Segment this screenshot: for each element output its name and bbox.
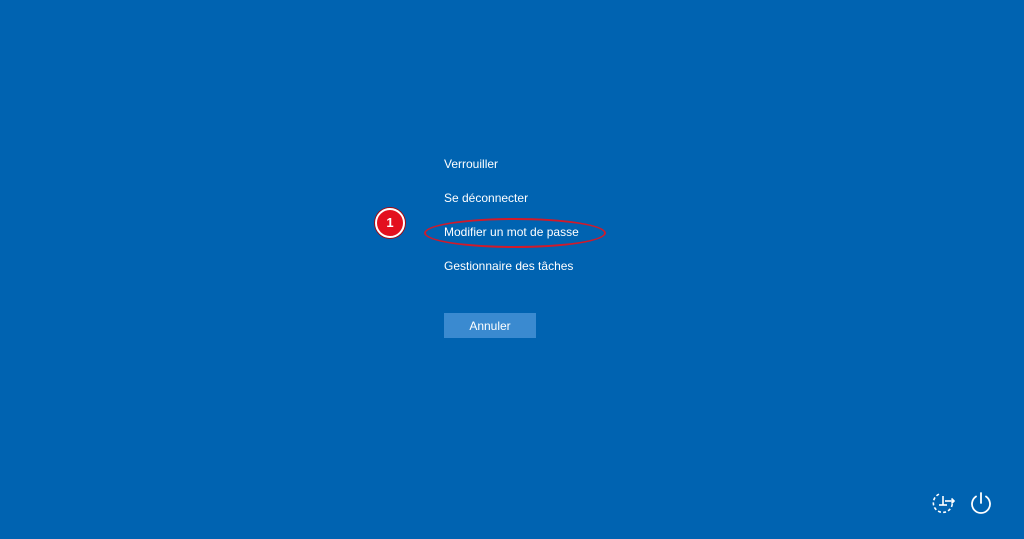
- sign-out-option[interactable]: Se déconnecter: [444, 187, 664, 221]
- ctrl-alt-del-screen: Verrouiller Se déconnecter Modifier un m…: [0, 0, 1024, 539]
- power-icon[interactable]: [968, 490, 994, 516]
- step-badge: 1: [375, 208, 405, 238]
- task-manager-option[interactable]: Gestionnaire des tâches: [444, 255, 664, 289]
- network-icon[interactable]: [930, 490, 956, 516]
- cancel-button[interactable]: Annuler: [444, 313, 536, 338]
- change-password-option[interactable]: Modifier un mot de passe: [444, 221, 664, 255]
- security-options-menu: Verrouiller Se déconnecter Modifier un m…: [444, 153, 664, 289]
- lock-option[interactable]: Verrouiller: [444, 153, 664, 187]
